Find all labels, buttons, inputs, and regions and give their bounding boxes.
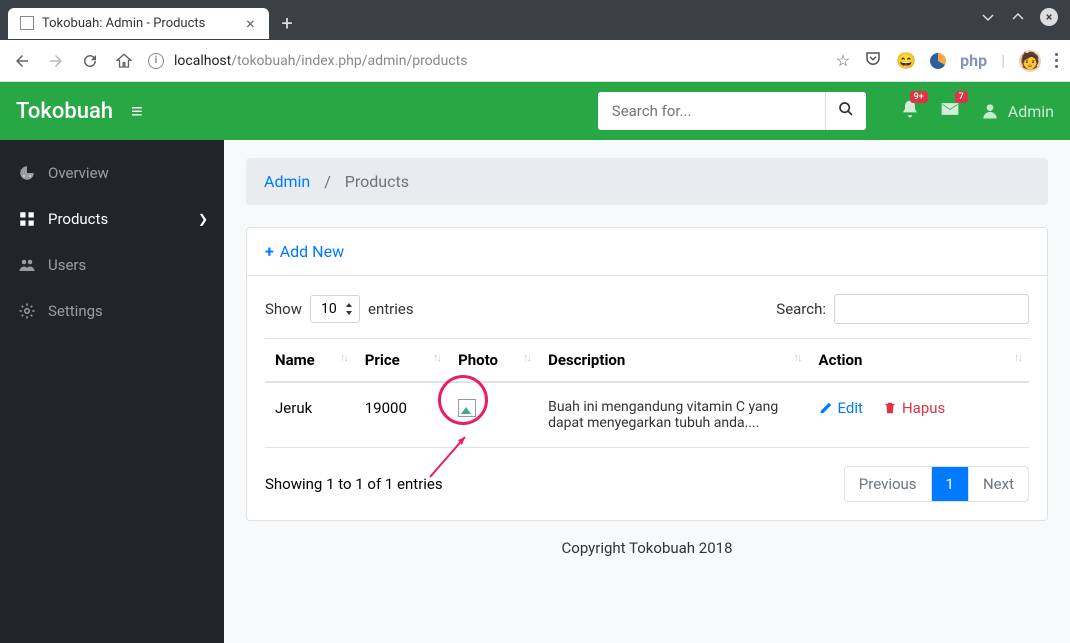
cell-photo [448,382,538,448]
col-action[interactable]: Action↑↓ [809,339,1029,383]
browser-titlebar: Tokobuah: Admin - Products × + × [0,0,1070,40]
browser-menu-icon[interactable] [1055,53,1058,68]
broken-image-icon [458,399,476,417]
col-description[interactable]: Description↑↓ [538,339,808,383]
entries-control: Show 10 entries [265,295,414,323]
search-input[interactable] [598,92,825,130]
php-extension-icon[interactable]: php [960,51,987,70]
user-label: Admin [1008,102,1054,121]
user-menu[interactable]: Admin [980,101,1054,121]
table-info: Showing 1 to 1 of 1 entries [265,475,443,493]
window-maximize-icon[interactable] [1010,9,1026,25]
chevron-right-icon: ❯ [198,212,208,226]
bell-icon[interactable]: 9+ [900,99,920,123]
col-price[interactable]: Price↑↓ [355,339,448,383]
mail-icon[interactable]: 7 [940,99,960,123]
window-close-icon[interactable]: × [1040,8,1058,26]
page-prev[interactable]: Previous [845,467,932,501]
table-search-input[interactable] [834,294,1029,324]
add-new-button[interactable]: + Add New [247,228,1047,276]
table-search: Search: [776,294,1029,324]
page-next[interactable]: Next [969,467,1028,501]
entries-label: entries [368,300,414,318]
pocket-icon[interactable] [864,50,882,72]
cell-price: 19000 [355,382,448,448]
pie-extension-icon[interactable] [930,53,946,69]
sidebar-item-overview[interactable]: Overview [0,150,224,196]
nav-home-icon[interactable] [114,51,134,71]
window-minimize-icon[interactable] [980,9,996,25]
sidebar: Overview Products ❯ Users Settings [0,140,224,643]
site-info-icon[interactable]: i [148,53,164,69]
url-text: localhost/tokobuah/index.php/admin/produ… [174,53,467,69]
col-name[interactable]: Name↑↓ [265,339,355,383]
page-icon [20,16,34,30]
footer-text: Copyright Tokobuah 2018 [246,521,1048,575]
nav-reload-icon[interactable] [80,51,100,71]
search-button[interactable] [825,92,866,130]
tab-title: Tokobuah: Admin - Products [42,16,205,31]
entries-select[interactable]: 10 [310,295,360,323]
edit-button[interactable]: Edit [819,399,863,417]
breadcrumb-current: Products [345,172,409,191]
emoji-extension-icon[interactable]: 😄 [896,51,916,70]
tab-close-icon[interactable]: × [243,16,257,30]
bell-badge: 9+ [910,91,928,103]
page-1[interactable]: 1 [932,467,969,501]
nav-back-icon[interactable] [12,51,32,71]
breadcrumb-root[interactable]: Admin [264,172,310,191]
main-content: Admin / Products + Add New Show 10 [224,140,1070,643]
products-table: Name↑↓ Price↑↓ Photo↑↓ Description↑↓ Act… [265,338,1029,448]
col-photo[interactable]: Photo↑↓ [448,339,538,383]
url-bar[interactable]: i localhost/tokobuah/index.php/admin/pro… [148,53,822,69]
header-search [598,92,866,130]
brand-title: Tokobuah [16,99,113,124]
new-tab-button[interactable]: + [281,11,292,35]
search-label: Search: [776,300,826,318]
sidebar-item-settings[interactable]: Settings [0,288,224,334]
sidebar-item-label: Overview [48,164,109,182]
pagination: Previous 1 Next [844,466,1029,502]
show-label: Show [265,300,302,318]
browser-addressbar: i localhost/tokobuah/index.php/admin/pro… [0,40,1070,82]
profile-avatar-icon[interactable]: 🧑 [1019,50,1041,72]
products-card: + Add New Show 10 entries Search: [246,227,1048,521]
cell-description: Buah ini mengandung vitamin C yang dapat… [538,382,808,448]
browser-tab[interactable]: Tokobuah: Admin - Products × [8,8,269,39]
app-header: Tokobuah ≡ 9+ 7 Admin [0,82,1070,140]
sidebar-item-products[interactable]: Products ❯ [0,196,224,242]
hamburger-icon[interactable]: ≡ [131,99,143,124]
mail-badge: 7 [955,91,968,103]
sidebar-item-label: Settings [48,302,103,320]
sidebar-item-label: Products [48,210,108,228]
sidebar-item-label: Users [48,256,86,274]
add-new-label: Add New [280,242,344,261]
cell-name: Jeruk [265,382,355,448]
delete-button[interactable]: Hapus [883,399,945,417]
bookmark-star-icon[interactable]: ☆ [836,51,850,70]
table-row: Jeruk 19000 Buah ini mengandung vitamin … [265,382,1029,448]
nav-forward-icon[interactable] [46,51,66,71]
sidebar-item-users[interactable]: Users [0,242,224,288]
cell-action: Edit Hapus [809,382,1029,448]
breadcrumb: Admin / Products [246,158,1048,205]
breadcrumb-separator: / [324,172,331,191]
plus-icon: + [265,242,274,261]
